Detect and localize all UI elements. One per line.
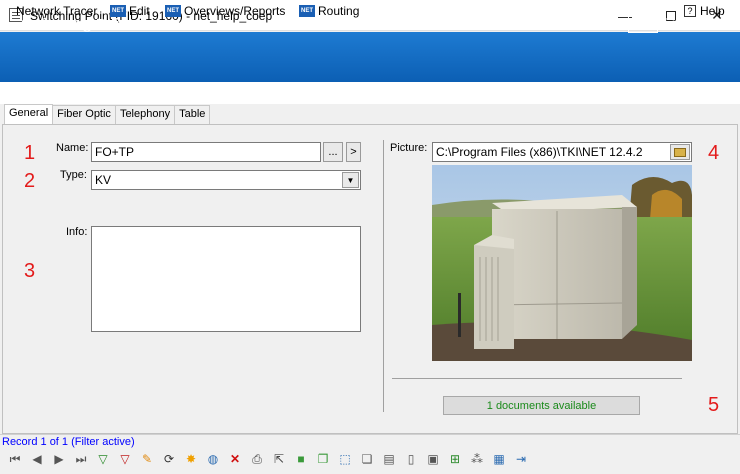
net-logo: NET — [628, 11, 658, 33]
info-textarea[interactable] — [91, 226, 361, 332]
menu-overviews[interactable]: NET Overviews/Reports — [165, 4, 285, 18]
previous-record-icon[interactable]: ◀ — [26, 450, 48, 468]
folder-icon[interactable] — [670, 144, 690, 160]
menu-help-label: Help — [700, 4, 725, 18]
name-field[interactable]: FO+TP — [91, 142, 321, 162]
select-cursor-icon[interactable]: ⇱ — [268, 450, 290, 468]
switching-point-photo — [432, 165, 692, 361]
menu-edit[interactable]: NET Edit — [110, 4, 150, 18]
next-record-icon[interactable]: ▶ — [48, 450, 70, 468]
net-icon: NET — [165, 5, 181, 17]
picture-label: Picture: — [390, 142, 428, 154]
menu-edit-label: Edit — [129, 4, 150, 18]
menu-routing-label: Routing — [318, 4, 360, 18]
add-filter-icon[interactable]: ▽ — [92, 450, 114, 468]
banner-title: Switching Point — [21, 16, 134, 33]
marker-2: 2 — [24, 170, 36, 192]
add-record-icon[interactable]: ⊞ — [444, 450, 466, 468]
brand-label: Engineering — [664, 16, 729, 30]
delete-icon[interactable]: ✕ — [224, 450, 246, 468]
menu-help[interactable]: ? Help — [684, 4, 725, 18]
horizontal-divider — [392, 378, 682, 379]
open-button[interactable]: > — [346, 142, 361, 162]
type-select[interactable]: KV — [91, 170, 361, 190]
menu-network-tracer[interactable]: Network Tracer — [16, 4, 97, 18]
menu-overviews-label: Overviews/Reports — [184, 4, 286, 18]
menu-bar — [0, 82, 740, 104]
marker-4: 4 — [708, 142, 720, 164]
header-banner — [0, 32, 740, 82]
chevron-down-icon[interactable]: ▼ — [342, 172, 359, 188]
marker-3: 3 — [24, 260, 36, 282]
sparkle-icon[interactable]: ⁂ — [466, 450, 488, 468]
menu-network-tracer-label: Network Tracer — [16, 4, 98, 18]
document-icon[interactable]: ▯ — [400, 450, 422, 468]
net-icon: NET — [299, 5, 315, 17]
first-record-icon[interactable]: ⏮ — [4, 450, 26, 468]
tab-table[interactable]: Table — [174, 105, 211, 124]
green-cube-icon[interactable]: ■ — [290, 450, 312, 468]
last-record-icon[interactable]: ⏭ — [70, 450, 92, 468]
remove-filter-icon[interactable]: ▽ — [114, 450, 136, 468]
net-icon: NET — [110, 5, 126, 17]
tab-general[interactable]: General — [4, 104, 54, 124]
record-status: Record 1 of 1 (Filter active) — [2, 436, 135, 448]
documents-button[interactable]: 1 documents available — [443, 396, 640, 415]
info-label: Info: — [66, 226, 88, 238]
highlight-icon[interactable]: ✸ — [180, 450, 202, 468]
grid-edit-icon[interactable]: ▦ — [488, 450, 510, 468]
tab-strip: General Fiber Optic Telephony Table — [4, 104, 211, 124]
refresh-icon[interactable]: ⟳ — [158, 450, 180, 468]
green-copy-icon[interactable]: ❐ — [312, 450, 334, 468]
name-label: Name: — [56, 142, 89, 154]
tab-fiber-optic[interactable]: Fiber Optic — [52, 105, 116, 124]
picture-path-field[interactable]: C:\Program Files (x86)\TKI\NET 12.4.2 — [432, 142, 692, 162]
navigation-toolbar: ⏮ ◀ ▶ ⏭ ▽ ▽ ✎ ⟳ ✸ ◍ ✕ ⎙ ⇱ ■ ❐ ⬚ ❏ ▤ ▯ ▣ … — [4, 450, 532, 468]
exit-icon[interactable]: ⇥ — [510, 450, 532, 468]
menu-routing[interactable]: NET Routing — [299, 4, 359, 18]
select-area-icon[interactable]: ⬚ — [334, 450, 356, 468]
marker-5: 5 — [708, 394, 720, 416]
vertical-divider — [383, 140, 384, 412]
globe-icon[interactable]: ◍ — [202, 450, 224, 468]
edit-pencil-icon[interactable]: ✎ — [136, 450, 158, 468]
type-label: Type: — [60, 169, 87, 181]
marker-1: 1 — [24, 142, 36, 164]
print-icon[interactable]: ⎙ — [246, 450, 268, 468]
camera-document-icon[interactable]: ▣ — [422, 450, 444, 468]
browse-button[interactable]: ... — [323, 142, 343, 162]
help-icon: ? — [684, 5, 696, 17]
tab-telephony[interactable]: Telephony — [114, 105, 176, 124]
new-document-icon[interactable]: ▤ — [378, 450, 400, 468]
copy-icon[interactable]: ❏ — [356, 450, 378, 468]
